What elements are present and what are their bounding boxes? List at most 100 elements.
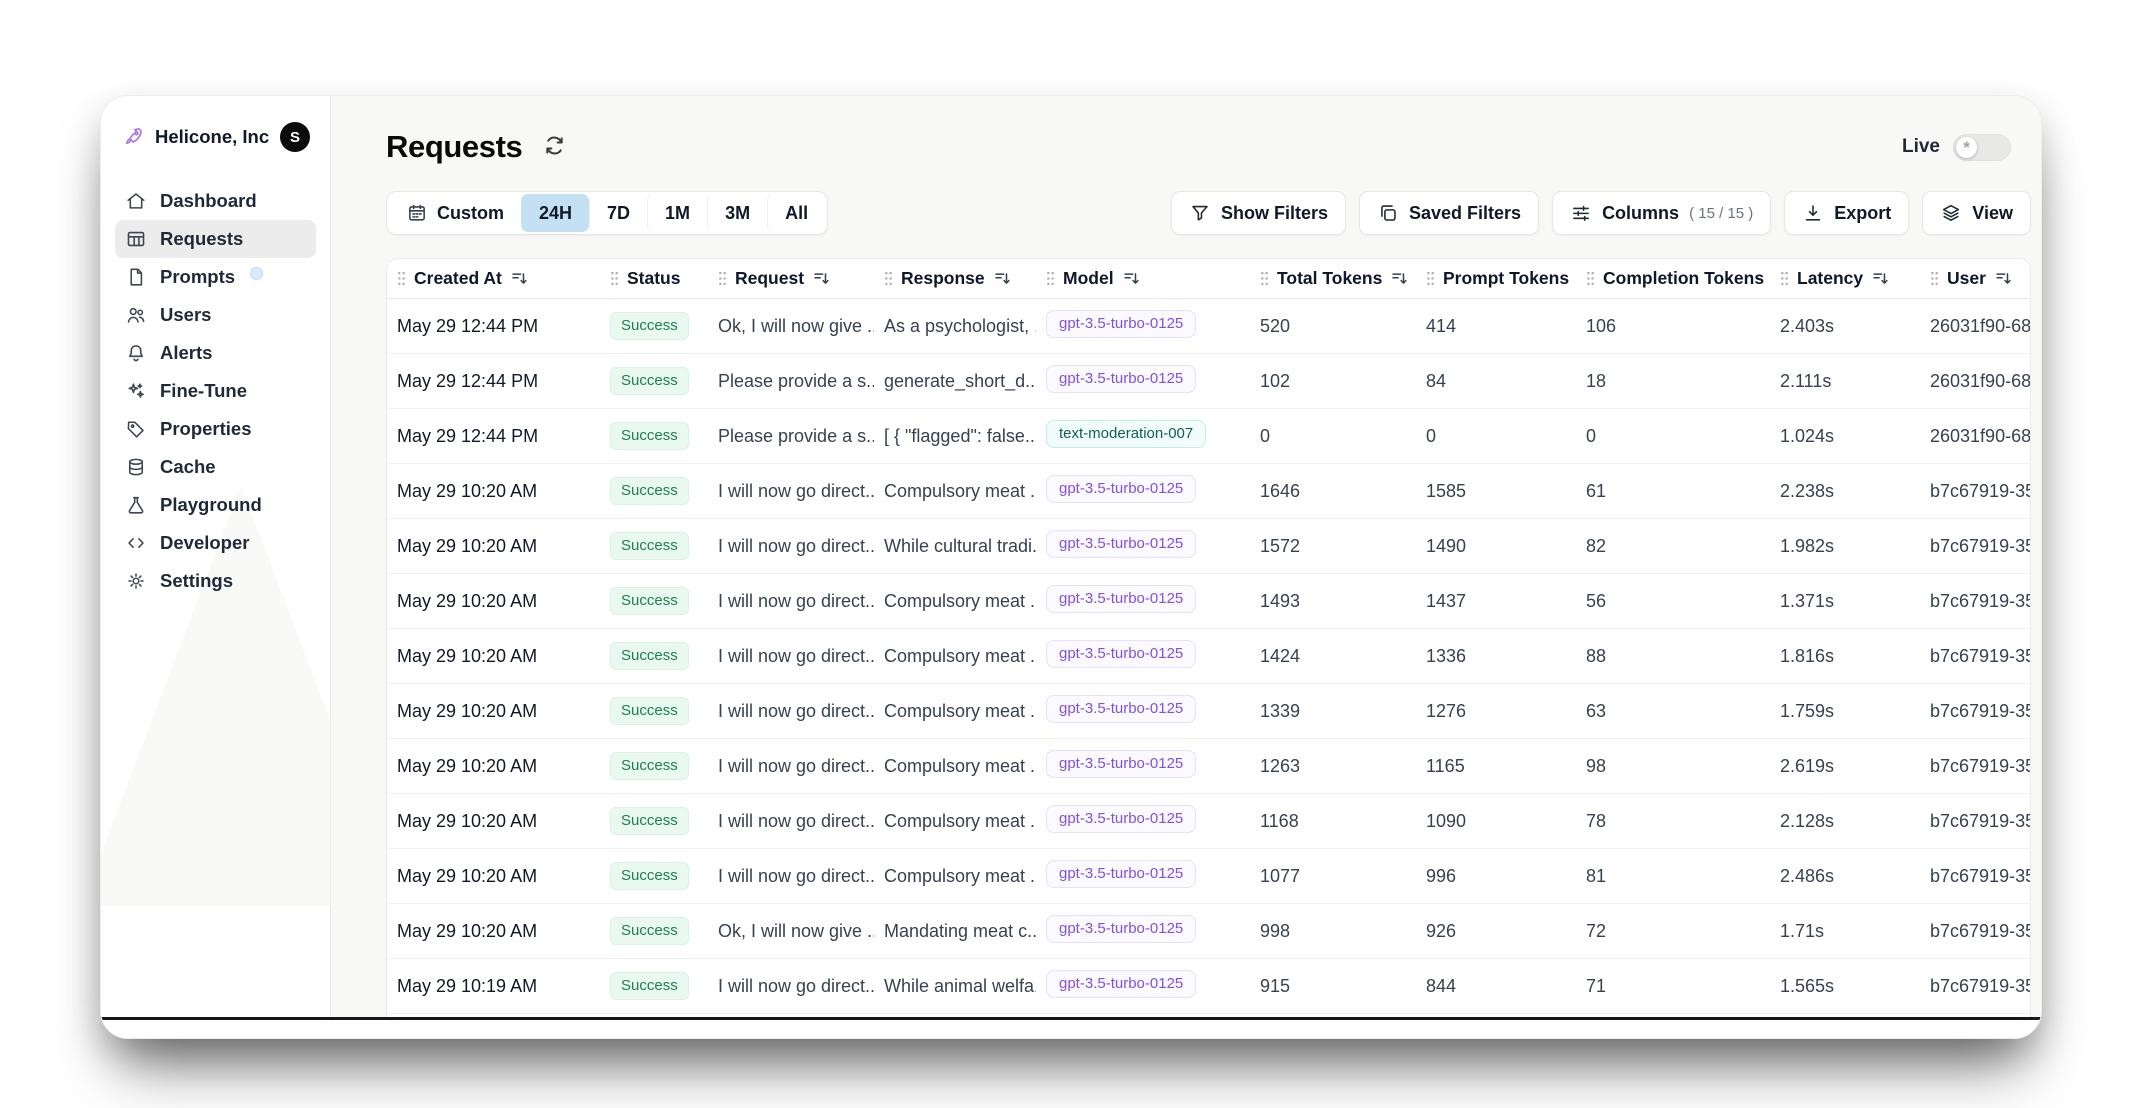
columns-count: ( 15 / 15 ) bbox=[1689, 205, 1753, 222]
cell-prompt-tokens: 1276 bbox=[1416, 701, 1576, 722]
sidebar-item-dashboard[interactable]: Dashboard bbox=[115, 182, 316, 220]
page-title: Requests bbox=[386, 129, 522, 165]
table-row[interactable]: May 29 10:19 AMSuccessI will now go dire… bbox=[387, 959, 2030, 1014]
table-row[interactable]: May 29 10:20 AMSuccessI will now go dire… bbox=[387, 629, 2030, 684]
table-row[interactable]: May 29 10:20 AMSuccessI will now go dire… bbox=[387, 739, 2030, 794]
sort-descending-icon[interactable] bbox=[1994, 269, 2013, 288]
document-icon bbox=[125, 266, 147, 288]
users-icon bbox=[125, 304, 147, 326]
cell-total-tokens: 1077 bbox=[1250, 866, 1416, 887]
sidebar-item-requests[interactable]: Requests bbox=[115, 220, 316, 258]
column-header-user[interactable]: User bbox=[1920, 268, 2030, 289]
column-header-response[interactable]: Response bbox=[874, 268, 1036, 289]
drag-handle-icon[interactable] bbox=[610, 271, 619, 286]
sidebar-item-prompts[interactable]: Prompts bbox=[115, 258, 316, 296]
drag-handle-icon[interactable] bbox=[1930, 271, 1939, 286]
time-range-1m[interactable]: 1M bbox=[647, 194, 707, 232]
sidebar-item-developer[interactable]: Developer bbox=[115, 524, 316, 562]
cell-prompt-tokens: 1165 bbox=[1416, 756, 1576, 777]
table-row[interactable]: May 29 10:20 AMSuccessI will now go dire… bbox=[387, 849, 2030, 904]
sidebar-item-alerts[interactable]: Alerts bbox=[115, 334, 316, 372]
cell-user: b7c67919-35 bbox=[1920, 976, 2030, 997]
saved-filters-button[interactable]: Saved Filters bbox=[1359, 191, 1539, 235]
column-label: Status bbox=[627, 268, 680, 289]
cell-request: Ok, I will now give ... bbox=[708, 316, 874, 337]
cell-response: Compulsory meat ... bbox=[874, 646, 1036, 667]
columns-button[interactable]: Columns ( 15 / 15 ) bbox=[1552, 191, 1771, 235]
drag-handle-icon[interactable] bbox=[1586, 271, 1595, 286]
table-row[interactable]: May 29 10:20 AMSuccessI will now go dire… bbox=[387, 794, 2030, 849]
cell-completion-tokens: 72 bbox=[1576, 921, 1770, 942]
sort-descending-icon[interactable] bbox=[1871, 269, 1890, 288]
column-header-total-tokens[interactable]: Total Tokens bbox=[1250, 268, 1416, 289]
sort-descending-icon[interactable] bbox=[993, 269, 1012, 288]
model-badge: gpt-3.5-turbo-0125 bbox=[1046, 970, 1196, 998]
cell-request: I will now go direct... bbox=[708, 646, 874, 667]
table-row[interactable]: May 29 10:20 AMSuccessI will now go dire… bbox=[387, 684, 2030, 739]
table-row[interactable]: May 29 10:20 AMSuccessI will now go dire… bbox=[387, 519, 2030, 574]
table-row[interactable]: May 29 10:20 AMSuccessI will now go dire… bbox=[387, 464, 2030, 519]
time-range-7d[interactable]: 7D bbox=[589, 194, 647, 232]
time-range-label: Custom bbox=[437, 203, 504, 224]
table-row[interactable]: May 29 12:44 PMSuccessPlease provide a s… bbox=[387, 354, 2030, 409]
table-row[interactable]: May 29 10:20 AMSuccessOk, I will now giv… bbox=[387, 904, 2030, 959]
sidebar-item-label: Cache bbox=[160, 456, 216, 478]
sidebar-item-fine-tune[interactable]: Fine-Tune bbox=[115, 372, 316, 410]
sidebar-item-settings[interactable]: Settings bbox=[115, 562, 316, 600]
status-badge: Success bbox=[610, 532, 689, 560]
sidebar-item-cache[interactable]: Cache bbox=[115, 448, 316, 486]
cell-completion-tokens: 98 bbox=[1576, 756, 1770, 777]
sort-descending-icon[interactable] bbox=[812, 269, 831, 288]
time-range-custom[interactable]: Custom bbox=[389, 194, 521, 232]
cell-model: gpt-3.5-turbo-0125 bbox=[1036, 365, 1250, 398]
table-row[interactable]: May 29 12:44 PMSuccessOk, I will now giv… bbox=[387, 299, 2030, 354]
sort-descending-icon[interactable] bbox=[510, 269, 529, 288]
live-toggle[interactable]: * bbox=[1953, 134, 2011, 161]
column-header-prompt-tokens[interactable]: Prompt Tokens bbox=[1416, 268, 1576, 289]
column-header-completion-tokens[interactable]: Completion Tokens bbox=[1576, 268, 1770, 289]
column-header-model[interactable]: Model bbox=[1036, 268, 1250, 289]
cell-model: gpt-3.5-turbo-0125 bbox=[1036, 640, 1250, 673]
table-row[interactable]: May 29 12:44 PMSuccessPlease provide a s… bbox=[387, 409, 2030, 464]
cell-completion-tokens: 18 bbox=[1576, 371, 1770, 392]
org-header[interactable]: Helicone, Inc S bbox=[115, 122, 316, 152]
gear-icon bbox=[125, 570, 147, 592]
status-badge: Success bbox=[610, 862, 689, 890]
time-range-all[interactable]: All bbox=[767, 194, 825, 232]
cell-model: gpt-3.5-turbo-0125 bbox=[1036, 310, 1250, 343]
cell-user: b7c67919-35 bbox=[1920, 591, 2030, 612]
column-header-created-at[interactable]: Created At bbox=[387, 268, 600, 289]
sidebar-item-properties[interactable]: Properties bbox=[115, 410, 316, 448]
time-range-3m[interactable]: 3M bbox=[707, 194, 767, 232]
drag-handle-icon[interactable] bbox=[884, 271, 893, 286]
cell-user: b7c67919-35 bbox=[1920, 646, 2030, 667]
cell-status: Success bbox=[600, 422, 708, 450]
column-header-status[interactable]: Status bbox=[600, 268, 708, 289]
sort-descending-icon[interactable] bbox=[1390, 269, 1409, 288]
show-filters-button[interactable]: Show Filters bbox=[1171, 191, 1346, 235]
export-button[interactable]: Export bbox=[1784, 191, 1909, 235]
column-header-latency[interactable]: Latency bbox=[1770, 268, 1920, 289]
cell-status: Success bbox=[600, 477, 708, 505]
table-row[interactable]: May 29 10:20 AMSuccessI will now go dire… bbox=[387, 574, 2030, 629]
avatar[interactable]: S bbox=[280, 122, 310, 152]
view-button[interactable]: View bbox=[1922, 191, 2031, 235]
cell-status: Success bbox=[600, 917, 708, 945]
drag-handle-icon[interactable] bbox=[1426, 271, 1435, 286]
sidebar-item-playground[interactable]: Playground bbox=[115, 486, 316, 524]
sidebar-item-users[interactable]: Users bbox=[115, 296, 316, 334]
drag-handle-icon[interactable] bbox=[397, 271, 406, 286]
refresh-button[interactable] bbox=[542, 132, 572, 162]
column-label: Total Tokens bbox=[1277, 268, 1382, 289]
cell-user: b7c67919-35 bbox=[1920, 921, 2030, 942]
sort-descending-icon[interactable] bbox=[1122, 269, 1141, 288]
drag-handle-icon[interactable] bbox=[1780, 271, 1789, 286]
drag-handle-icon[interactable] bbox=[1260, 271, 1269, 286]
app-window: Helicone, Inc S DashboardRequestsPrompts… bbox=[100, 95, 2042, 1039]
column-header-request[interactable]: Request bbox=[708, 268, 874, 289]
action-label: Columns bbox=[1602, 203, 1679, 224]
cell-status: Success bbox=[600, 972, 708, 1000]
drag-handle-icon[interactable] bbox=[1046, 271, 1055, 286]
drag-handle-icon[interactable] bbox=[718, 271, 727, 286]
time-range-24h[interactable]: 24H bbox=[521, 194, 589, 232]
